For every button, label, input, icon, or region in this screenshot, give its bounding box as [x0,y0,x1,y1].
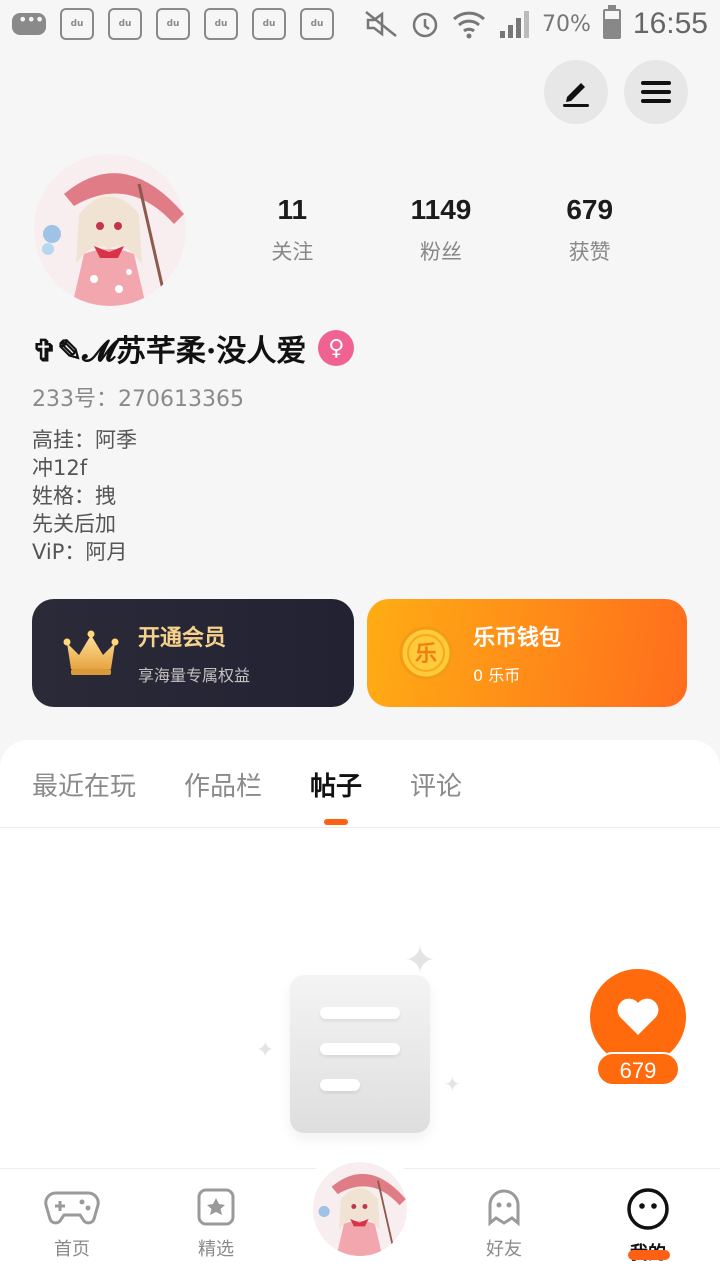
stat-likes[interactable]: 679 获赞 [515,194,664,266]
vip-card-subtitle: 享海量专属权益 [138,666,251,685]
tab-recent-play[interactable]: 最近在玩 [32,766,136,821]
bio-line: 先关后加 [32,512,116,536]
nickname: ✞✎𝓜苏芊柔·没人爱 [32,334,307,369]
baidu-icon: du [252,8,286,40]
nav-center-avatar[interactable] [313,1162,407,1256]
wallet-card[interactable]: 乐 乐币钱包 0 乐币 [367,599,687,707]
wifi-icon [452,11,486,39]
clock: 16:55 [632,7,708,40]
stat-followers[interactable]: 1149 粉丝 [367,194,516,266]
like-button[interactable] [590,969,686,1065]
gamepad-icon [44,1191,100,1225]
stat-followers-label: 粉丝 [420,240,462,264]
coin-icon: 乐 [391,618,461,688]
smile-icon [627,1188,669,1230]
battery-percent: 70% [542,11,591,37]
status-bar: du du du du du du 70% 16:55 [0,0,720,48]
active-nav-mark [628,1250,670,1260]
like-count: 679 [596,1052,680,1086]
nav-featured[interactable]: 精选 [166,1187,266,1261]
mute-icon [365,11,397,37]
baidu-icon: du [204,8,238,40]
bio-line: 冲12f [32,456,88,480]
profile-avatar[interactable] [34,154,186,306]
tab-indicator [324,819,349,825]
edit-profile-button[interactable] [544,60,608,124]
nav-label: 首页 [54,1239,90,1260]
bio-line: 姓格：拽 [32,484,116,508]
hamburger-icon [641,81,671,103]
tab-posts[interactable]: 帖子 [310,766,363,825]
vip-card-title: 开通会员 [138,626,227,651]
profile-stats: 11 关注 1149 粉丝 679 获赞 [218,194,664,266]
female-icon: ♀ [318,330,355,366]
tab-comments[interactable]: 评论 [410,766,462,821]
nav-friends[interactable]: 好友 [454,1187,554,1261]
divider [0,827,720,828]
battery-icon [602,5,621,39]
wallet-card-subtitle: 0 乐币 [473,666,521,685]
crown-icon [56,618,126,688]
nav-label: 好友 [486,1239,522,1260]
wallet-card-title: 乐币钱包 [473,626,562,651]
sparkle-icon: ✦ [444,1072,461,1096]
coin-glyph: 乐 [415,642,437,667]
tab-label: 最近在玩 [32,772,137,802]
tab-works[interactable]: 作品栏 [184,766,262,821]
bio-line: ViP：阿月 [32,540,128,564]
nav-label: 精选 [198,1239,234,1260]
baidu-icon: du [156,8,190,40]
stat-likes-label: 获赞 [568,240,611,264]
empty-document-icon [290,975,430,1133]
heart-icon [617,998,659,1035]
tab-label: 评论 [410,772,463,802]
user-id: 233号：270613365 [32,387,244,412]
pencil-icon [563,83,589,107]
vip-card[interactable]: 开通会员 享海量专属权益 [32,599,354,707]
stat-following-label: 关注 [271,240,314,264]
nickname-row: ✞✎𝓜苏芊柔·没人爱 ♀ [32,326,355,370]
bio-line: 高挂：阿季 [32,428,137,452]
alarm-icon [412,12,438,38]
profile-tabs: 最近在玩 作品栏 帖子 评论 [32,766,462,825]
ghost-icon [488,1189,520,1227]
nav-home[interactable]: 首页 [22,1187,122,1261]
bio: 高挂：阿季 冲12f 姓格：拽 先关后加 ViP：阿月 [32,426,137,566]
signal-icon [500,11,530,38]
message-icon [12,10,46,35]
baidu-icon: du [60,8,94,40]
tab-label: 作品栏 [184,772,263,802]
sparkle-icon: ✦ [256,1038,275,1063]
stat-following-value: 11 [277,194,308,225]
baidu-icon: du [300,8,334,40]
star-icon [197,1188,235,1226]
baidu-icon: du [108,8,142,40]
stat-followers-value: 1149 [410,194,472,225]
stat-likes-value: 679 [566,194,614,225]
stat-following[interactable]: 11 关注 [218,194,367,266]
tab-label: 帖子 [310,772,363,802]
menu-button[interactable] [624,60,688,124]
